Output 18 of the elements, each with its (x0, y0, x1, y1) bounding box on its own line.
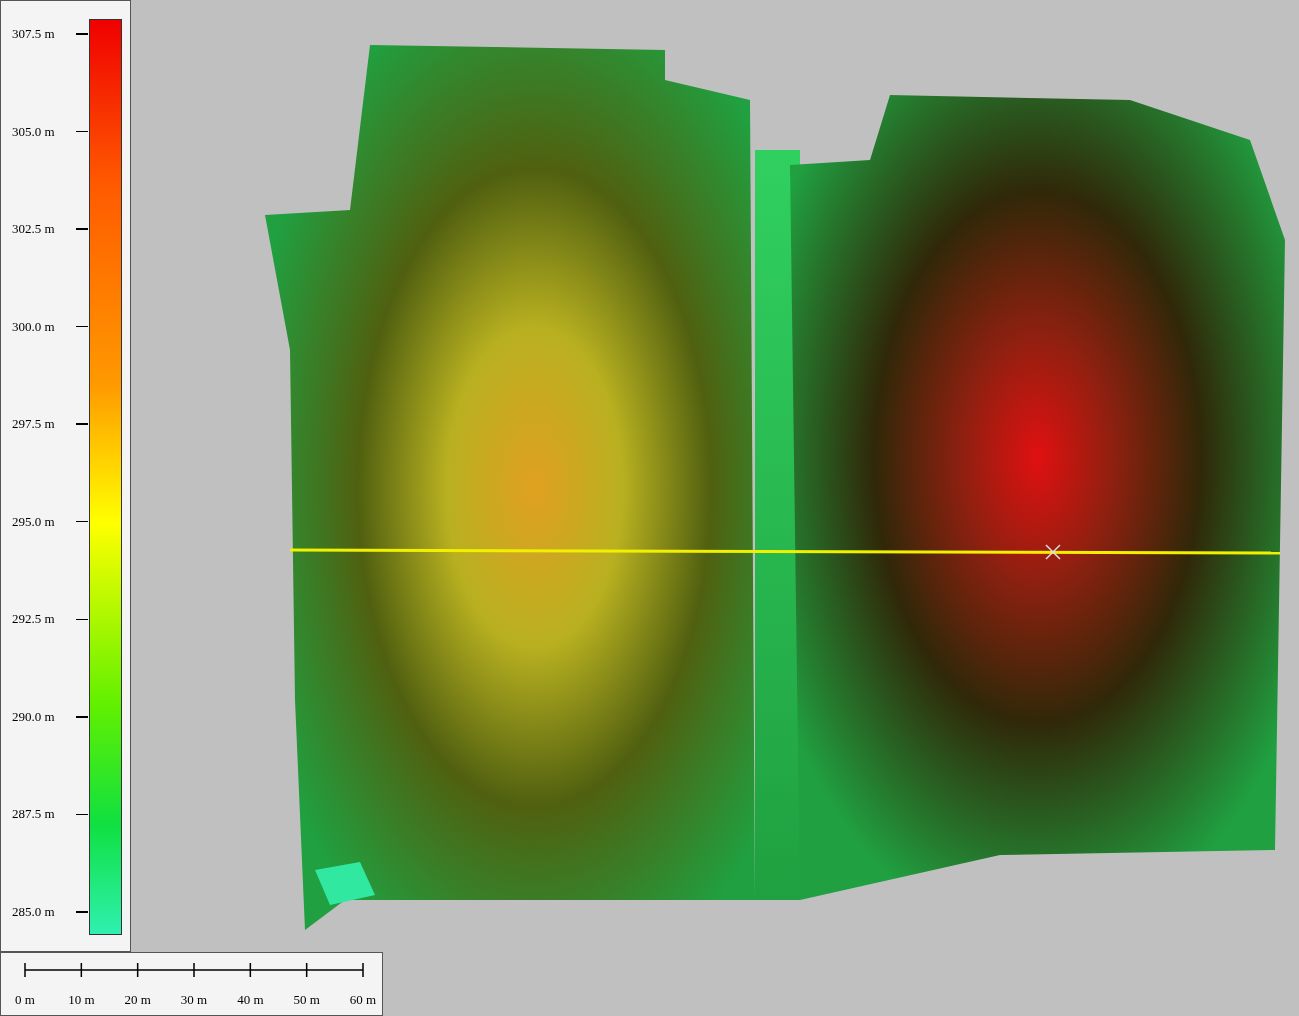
scale-label: 10 m (68, 992, 95, 1007)
elevation-label: 285.0 m (11, 903, 56, 920)
elevation-label: 300.0 m (11, 318, 56, 335)
scale-label: 50 m (293, 992, 320, 1007)
scale-label: 40 m (237, 992, 264, 1007)
elevation-label: 305.0 m (11, 123, 56, 140)
elevation-label: 292.5 m (11, 611, 56, 628)
scale-label: 0 m (15, 992, 35, 1007)
scale-label: 60 m (349, 992, 377, 1007)
cross-marker-icon (1045, 544, 1061, 560)
elevation-label: 297.5 m (11, 416, 56, 433)
scale-label: 20 m (124, 992, 151, 1007)
elevation-label: 290.0 m (11, 708, 56, 725)
scale-label: 30 m (180, 992, 208, 1007)
elevation-label: 295.0 m (11, 513, 56, 530)
elevation-label: 302.5 m (11, 221, 56, 238)
elevation-label: 287.5 m (11, 806, 56, 823)
elevation-label: 307.5 m (11, 26, 56, 42)
